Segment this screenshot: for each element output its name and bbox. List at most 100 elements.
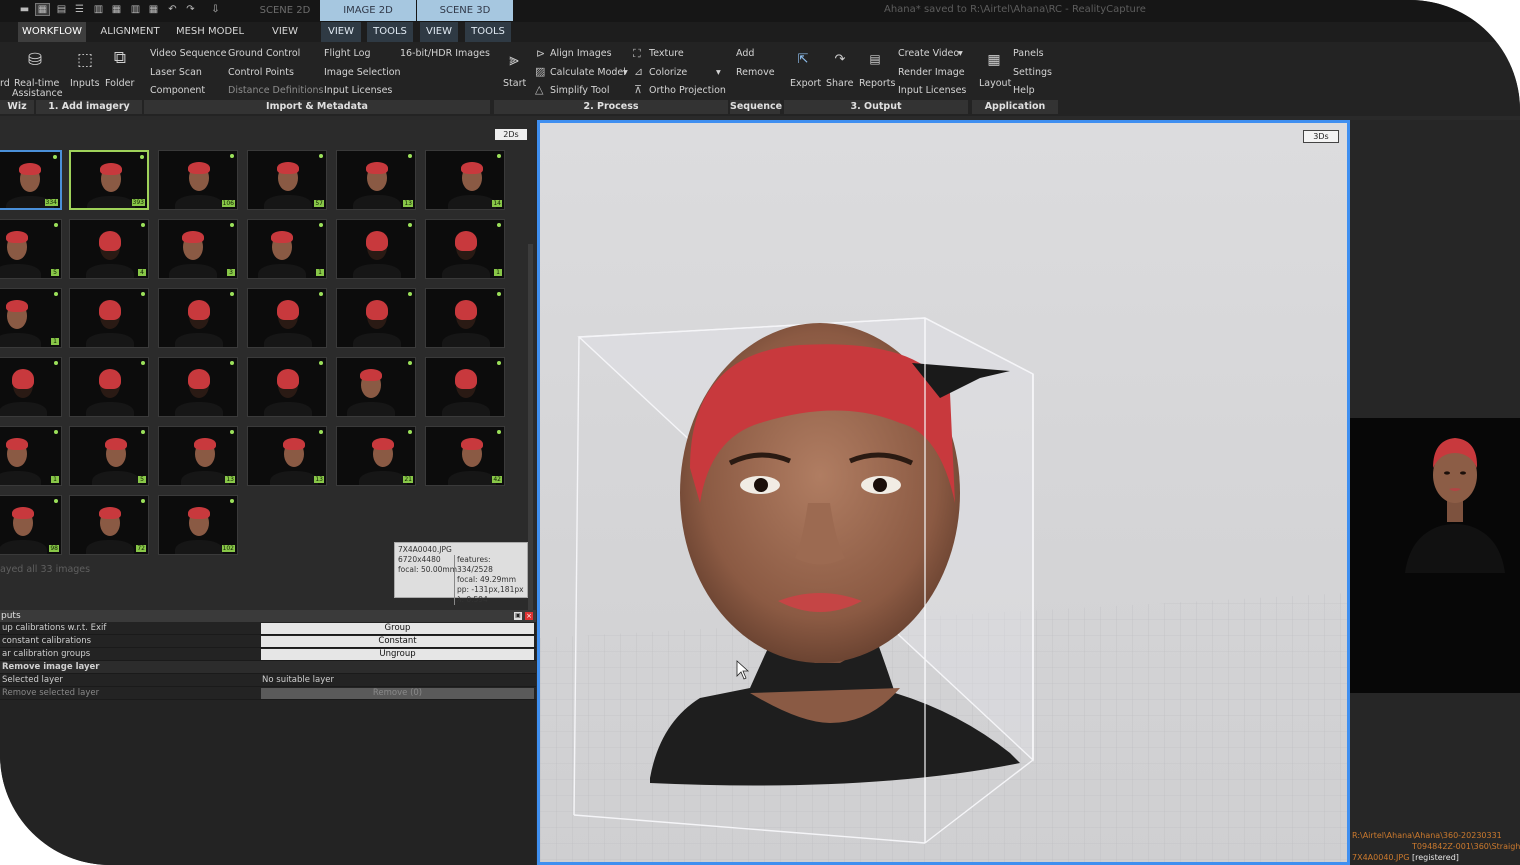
component-button[interactable]: Component xyxy=(150,85,205,96)
layout-7-icon[interactable]: ▥ xyxy=(129,4,142,15)
image-thumbnail[interactable]: 5 xyxy=(0,219,62,279)
share-icon[interactable]: ↷ xyxy=(829,52,851,67)
image-thumbnail[interactable]: 5 xyxy=(69,426,149,486)
context-tab-scene3d[interactable]: SCENE 3D xyxy=(417,0,513,21)
settings-button[interactable]: Settings xyxy=(1013,67,1052,78)
control-points-button[interactable]: Control Points xyxy=(228,67,294,78)
image-thumbnail[interactable]: 106 xyxy=(158,150,238,210)
tab-alignment[interactable]: ALIGNMENT xyxy=(96,22,164,42)
selected-layer-value[interactable]: No suitable layer xyxy=(262,674,334,687)
export-button[interactable]: Export xyxy=(790,78,821,89)
image-thumbnail[interactable]: 1 xyxy=(425,219,505,279)
image-thumbnail[interactable] xyxy=(247,288,327,348)
start-button[interactable]: Start xyxy=(503,78,526,89)
image-thumbnail[interactable] xyxy=(336,219,416,279)
image-thumbnail[interactable]: 14 xyxy=(425,150,505,210)
image-thumbnail[interactable]: 393 xyxy=(69,150,149,210)
group-button[interactable]: Group xyxy=(261,623,534,634)
redo-icon[interactable]: ↷ xyxy=(184,4,197,15)
image-thumbnail[interactable] xyxy=(247,357,327,417)
image-thumbnail[interactable]: 102 xyxy=(158,495,238,555)
image-thumbnail[interactable] xyxy=(69,357,149,417)
image-thumbnail[interactable] xyxy=(425,357,505,417)
image-thumbnail[interactable]: 13 xyxy=(247,426,327,486)
context-tab-image2d[interactable]: IMAGE 2D xyxy=(320,0,416,21)
video-sequence-button[interactable]: Video Sequence xyxy=(150,48,227,59)
image-thumbnail[interactable]: 98 xyxy=(0,495,62,555)
image-thumbnail[interactable]: 57 xyxy=(247,150,327,210)
colorize-dropdown-icon[interactable]: ▾ xyxy=(716,67,721,78)
laser-scan-button[interactable]: Laser Scan xyxy=(150,67,202,78)
scene2d-view-tag[interactable]: 2Ds xyxy=(495,129,527,140)
realtime-assistance-icon[interactable]: ⛁ xyxy=(22,50,48,70)
image-thumbnail[interactable] xyxy=(425,288,505,348)
constant-button[interactable]: Constant xyxy=(261,636,534,647)
align-images-button[interactable]: Align Images xyxy=(550,48,612,59)
image-thumbnail[interactable]: 1 xyxy=(0,288,62,348)
layout-4-icon[interactable]: ☰ xyxy=(73,4,86,15)
image-thumbnail[interactable]: 1 xyxy=(247,219,327,279)
create-video-dropdown-icon[interactable]: ▾ xyxy=(958,48,963,59)
start-icon[interactable]: ⫸ xyxy=(503,50,525,70)
image-thumbnail[interactable]: 334 xyxy=(0,150,62,210)
image-thumbnail[interactable]: 13 xyxy=(336,150,416,210)
distance-definitions-button[interactable]: Distance Definitions xyxy=(228,85,324,96)
remove-layer-button[interactable]: Remove (0) xyxy=(261,688,534,699)
tab-view[interactable]: VIEW xyxy=(262,22,308,42)
scene3d-viewport[interactable]: 3Ds xyxy=(537,120,1350,865)
layout-3-icon[interactable]: ▤ xyxy=(55,4,68,15)
colorize-button[interactable]: Colorize xyxy=(649,67,687,78)
image-thumbnail[interactable] xyxy=(0,357,62,417)
texture-button[interactable]: Texture xyxy=(649,48,684,59)
image-thumbnail[interactable] xyxy=(158,288,238,348)
inputs-icon[interactable]: ⬚ xyxy=(72,50,98,70)
sequence-remove-button[interactable]: Remove xyxy=(736,67,775,78)
ortho-projection-button[interactable]: Ortho Projection xyxy=(649,85,726,96)
layout-icon[interactable]: ▦ xyxy=(983,52,1005,68)
image-thumbnail[interactable]: 13 xyxy=(158,426,238,486)
simplify-tool-button[interactable]: Simplify Tool xyxy=(550,85,610,96)
flight-log-button[interactable]: Flight Log xyxy=(324,48,371,59)
scene2d-panel[interactable]: 334 393 106 57 13 14 5 4 3 1 1 1 1 5 13 13 21 42 98 72 102 xyxy=(0,120,534,654)
ground-control-button[interactable]: Ground Control xyxy=(228,48,300,59)
reports-button[interactable]: Reports xyxy=(859,78,895,89)
scene2d-scrollbar[interactable] xyxy=(528,244,533,654)
wizard-button-label[interactable]: rd xyxy=(0,78,10,89)
image-selection-button[interactable]: Image Selection xyxy=(324,67,401,78)
layout-8-icon[interactable]: ▦ xyxy=(147,4,160,15)
maximize-icon[interactable]: ▣ xyxy=(514,612,522,620)
scene3d-canvas[interactable] xyxy=(540,123,1347,862)
ungroup-button[interactable]: Ungroup xyxy=(261,649,534,660)
realtime-assistance-button-line2[interactable]: Assistance xyxy=(12,88,63,99)
layout-2-icon[interactable]: ▦ xyxy=(35,3,50,16)
quick-access-dropdown-icon[interactable]: ⇩ xyxy=(209,4,222,15)
reports-icon[interactable]: ▤ xyxy=(864,52,886,66)
image-thumbnail[interactable] xyxy=(336,357,416,417)
input-licenses-button[interactable]: Input Licenses xyxy=(324,85,392,96)
image-thumbnail[interactable]: 1 xyxy=(0,426,62,486)
image-thumbnail[interactable] xyxy=(69,288,149,348)
sequence-add-button[interactable]: Add xyxy=(736,48,754,59)
output-input-licenses-button[interactable]: Input Licenses xyxy=(898,85,966,96)
help-button[interactable]: Help xyxy=(1013,85,1035,96)
calculate-model-dropdown-icon[interactable]: ▾ xyxy=(623,67,628,78)
context-tab-scene2d[interactable]: SCENE 2D xyxy=(250,0,320,21)
folder-icon[interactable]: ⧉ xyxy=(107,48,133,68)
tab-image2d-view[interactable]: VIEW xyxy=(321,22,361,42)
render-image-button[interactable]: Render Image xyxy=(898,67,965,78)
layout-6-icon[interactable]: ▦ xyxy=(110,4,123,15)
tab-scene3d-tools[interactable]: TOOLS xyxy=(465,22,511,42)
layout-1-icon[interactable]: ▬ xyxy=(18,4,31,15)
image-thumbnail[interactable]: 21 xyxy=(336,426,416,486)
image-thumbnail[interactable]: 3 xyxy=(158,219,238,279)
image-thumbnail[interactable]: 42 xyxy=(425,426,505,486)
undo-icon[interactable]: ↶ xyxy=(166,4,179,15)
tab-scene3d-view[interactable]: VIEW xyxy=(420,22,458,42)
panels-button[interactable]: Panels xyxy=(1013,48,1044,59)
image-thumbnail[interactable] xyxy=(158,357,238,417)
image-preview[interactable] xyxy=(1350,418,1520,693)
scene3d-view-tag[interactable]: 3Ds xyxy=(1303,130,1339,143)
tab-image2d-tools[interactable]: TOOLS xyxy=(367,22,413,42)
layout-button[interactable]: Layout xyxy=(979,78,1011,89)
calculate-model-button[interactable]: Calculate Model xyxy=(550,67,626,78)
